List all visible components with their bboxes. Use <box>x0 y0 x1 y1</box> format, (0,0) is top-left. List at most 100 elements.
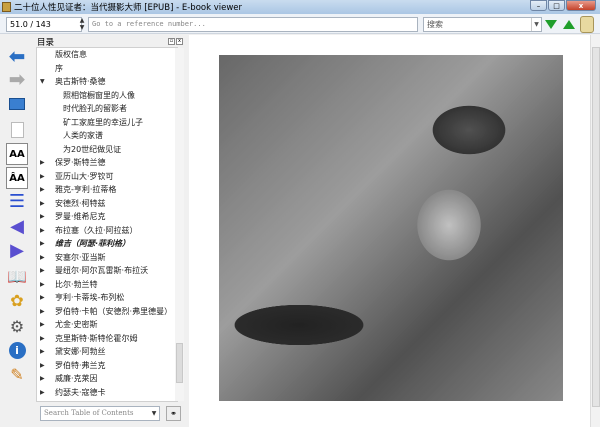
previous-page-icon[interactable]: ◀ <box>6 215 28 237</box>
toc-item-label: 保罗·斯特兰德 <box>55 158 106 167</box>
toc-item[interactable]: 版权信息 <box>37 48 177 62</box>
toc-item[interactable]: ▶ 雅克-亨利·拉蒂格 <box>37 183 177 197</box>
toc-item-label: 序 <box>55 63 63 73</box>
toc-item[interactable]: 照相馆橱窗里的人像 <box>37 89 177 103</box>
toc-item[interactable]: 人类的家谱 <box>37 129 177 143</box>
toc-item[interactable]: ▶ 威廉·克莱因 <box>37 372 177 386</box>
toc-icon[interactable]: ☰ <box>6 190 28 212</box>
toc-scrollbar[interactable] <box>175 48 184 401</box>
toc-item[interactable]: 时代脸孔的留影者 <box>37 102 177 116</box>
toc-item-label: 安塞尔·亚当斯 <box>55 252 106 262</box>
expand-arrow-icon[interactable]: ▼ <box>40 75 45 89</box>
toc-item[interactable]: ▶ 安塞尔·亚当斯 <box>37 251 177 265</box>
toc-item[interactable]: ▶ 罗曼·维希尼克 <box>37 210 177 224</box>
viewer-scrollbar[interactable] <box>590 35 600 427</box>
expand-arrow-icon[interactable]: ▶ <box>40 170 45 184</box>
expand-arrow-icon[interactable]: ▶ <box>40 386 45 400</box>
top-toolbar: 51.0 / 143 ▲ ▼ Go to a reference number..… <box>0 14 600 34</box>
view-icon[interactable] <box>6 93 28 115</box>
toc-item[interactable]: ▶ 维吉（阿瑟·菲利格） <box>37 237 177 251</box>
toc-item[interactable]: ▶ 克里斯特·斯特伦霍尔姆 <box>37 332 177 346</box>
expand-arrow-icon[interactable]: ▶ <box>40 278 45 292</box>
toc-item-label: 亨利·卡蒂埃-布列松 <box>55 293 125 302</box>
metadata-info-icon[interactable]: i <box>6 339 28 361</box>
toc-item[interactable]: ▶ 尤金·史密斯 <box>37 318 177 332</box>
toc-panel: 目录 ▫ x 版权信息序 ▼ 奥古斯特·桑德 照相馆橱窗里的人像 时代脸孔的留影者 矿工家… <box>33 35 185 427</box>
float-panel-button[interactable]: ▫ <box>168 38 175 45</box>
toc-item-label: 比尔·勃兰特 <box>55 279 98 289</box>
copy-icon[interactable] <box>6 119 28 141</box>
app-icon <box>2 2 11 12</box>
page-spinner[interactable]: ▲ ▼ <box>78 17 86 32</box>
find-next-icon[interactable] <box>545 20 557 29</box>
toc-item[interactable]: 矿工家庭里的幸运儿子 <box>37 116 177 130</box>
preferences-icon[interactable]: ⚙ <box>6 315 28 337</box>
toc-item[interactable]: ▶ 约瑟夫·寇德卡 <box>37 386 177 400</box>
expand-arrow-icon[interactable]: ▶ <box>40 210 45 224</box>
toc-item-label: 罗曼·维希尼克 <box>55 212 106 221</box>
expand-arrow-icon[interactable]: ▶ <box>40 183 45 197</box>
toc-item-label: 克里斯特·斯特伦霍尔姆 <box>55 333 138 343</box>
binoculars-search-button[interactable]: ⚭ <box>166 406 181 421</box>
expand-arrow-icon[interactable]: ▶ <box>40 251 45 265</box>
toc-item-label: 罗伯特·卡帕（安德烈·弗里德曼） <box>55 306 173 316</box>
expand-arrow-icon[interactable]: ▶ <box>40 264 45 278</box>
toc-item[interactable]: ▶ 布拉塞（久拉·阿拉兹） <box>37 224 177 238</box>
toc-list: 版权信息序 ▼ 奥古斯特·桑德照相馆橱窗里的人像时代脸孔的留影者 矿工家庭里的幸运儿子… <box>36 47 178 402</box>
toc-item-label: 为20世纪做见证 <box>63 144 122 154</box>
page-position-input[interactable]: 51.0 / 143 <box>6 17 82 32</box>
search-input[interactable]: 搜索 ▼ <box>423 17 542 32</box>
maximize-button[interactable]: □ <box>548 0 565 11</box>
expand-arrow-icon[interactable]: ▶ <box>40 291 45 305</box>
font-larger-icon[interactable]: AA <box>6 143 28 165</box>
toc-item[interactable]: ▶ 亨利·卡蒂埃-布列松 <box>37 291 177 305</box>
close-panel-button[interactable]: x <box>176 38 183 45</box>
minimize-button[interactable]: – <box>530 0 547 11</box>
toc-item[interactable]: ▶ 曼纽尔·阿尔瓦雷斯·布拉沃 <box>37 264 177 278</box>
toc-item[interactable]: 序 <box>37 62 177 76</box>
toc-item-label: 威廉·克莱因 <box>55 374 98 383</box>
expand-arrow-icon[interactable]: ▶ <box>40 372 45 386</box>
font-smaller-icon[interactable]: ÂA <box>6 167 28 189</box>
expand-arrow-icon[interactable]: ▶ <box>40 345 45 359</box>
expand-arrow-icon[interactable]: ▶ <box>40 224 45 238</box>
toc-item[interactable]: ▶ 亚历山大·罗钦可 <box>37 170 177 184</box>
toc-item-label: 黛安娜·阿勃丝 <box>55 347 106 356</box>
toc-item[interactable]: ▶ 黛安娜·阿勃丝 <box>37 345 177 359</box>
title-bar: 二十位人性见证者：当代摄影大师 [EPUB] - E-book viewer –… <box>0 0 600 14</box>
bookmark-icon[interactable]: ✎ <box>6 363 28 385</box>
chevron-down-icon[interactable]: ▼ <box>149 407 159 420</box>
toc-item[interactable]: ▶ 保罗·斯特兰德 <box>37 156 177 170</box>
toc-item-label: 矿工家庭里的幸运儿子 <box>63 117 143 127</box>
toc-item-label: 照相馆橱窗里的人像 <box>63 90 135 100</box>
expand-arrow-icon[interactable]: ▶ <box>40 305 45 319</box>
toc-item-label: 曼纽尔·阿尔瓦雷斯·布拉沃 <box>55 266 149 275</box>
find-previous-icon[interactable] <box>563 20 575 29</box>
toc-item[interactable]: ▶ 安德烈·柯特兹 <box>37 197 177 211</box>
scroll-icon[interactable] <box>580 16 594 33</box>
expand-arrow-icon[interactable]: ▶ <box>40 359 45 373</box>
toc-item[interactable]: ▶ 比尔·勃兰特 <box>37 278 177 292</box>
toc-item[interactable]: 为20世纪做见证 <box>37 143 177 157</box>
toc-item-label: 尤金·史密斯 <box>55 320 98 329</box>
toc-item[interactable]: ▶ 罗伯特·弗兰克 <box>37 359 177 373</box>
chevron-down-icon[interactable]: ▼ <box>531 18 541 31</box>
toc-search-input[interactable]: Search Table of Contents ▼ <box>40 406 160 421</box>
theme-icon[interactable]: ✿ <box>6 289 28 311</box>
toc-item-label: 奥古斯特·桑德 <box>55 77 106 86</box>
expand-arrow-icon[interactable]: ▶ <box>40 237 45 251</box>
back-icon[interactable]: ⬅ <box>6 44 28 68</box>
next-page-icon[interactable]: ▶ <box>6 239 28 261</box>
expand-arrow-icon[interactable]: ▶ <box>40 156 45 170</box>
close-button[interactable]: x <box>566 0 596 11</box>
reference-input[interactable]: Go to a reference number... <box>88 17 418 32</box>
expand-arrow-icon[interactable]: ▶ <box>40 197 45 211</box>
expand-arrow-icon[interactable]: ▶ <box>40 318 45 332</box>
reference-mode-icon[interactable]: 📖 <box>6 265 28 287</box>
search-placeholder: 搜索 <box>427 20 443 29</box>
toc-item-label: 布拉塞（久拉·阿拉兹） <box>55 225 138 235</box>
forward-icon[interactable]: ➡ <box>6 67 28 91</box>
toc-item[interactable]: ▼ 奥古斯特·桑德 <box>37 75 177 89</box>
expand-arrow-icon[interactable]: ▶ <box>40 332 45 346</box>
toc-item[interactable]: ▶ 罗伯特·卡帕（安德烈·弗里德曼） <box>37 305 177 319</box>
